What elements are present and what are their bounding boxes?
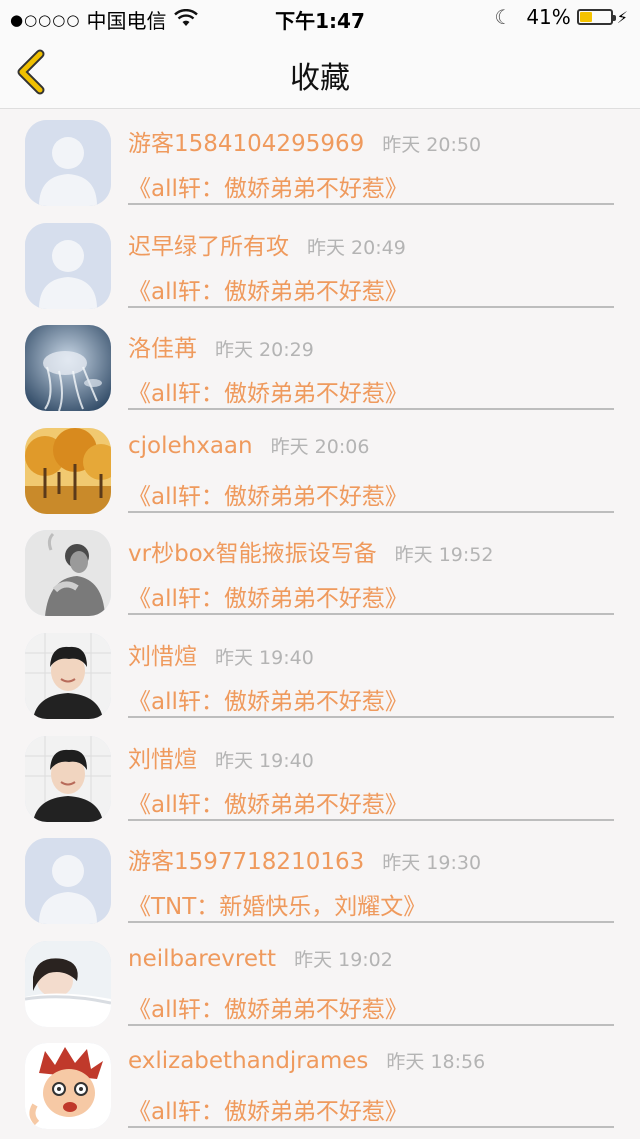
- avatar[interactable]: [25, 1043, 111, 1130]
- timestamp: 昨天 18:56: [386, 1051, 486, 1074]
- story-title[interactable]: 《all轩：傲娇弟弟不好惹》: [128, 374, 408, 408]
- page-title: 收藏: [290, 61, 350, 96]
- username[interactable]: 洛佳苒 昨天 20:29: [128, 329, 314, 363]
- story-title[interactable]: 《all轩：傲娇弟弟不好惹》: [128, 990, 408, 1024]
- list-item[interactable]: 洛佳苒 昨天 20:29 《all轩：傲娇弟弟不好惹》: [0, 315, 640, 418]
- username[interactable]: neilbarevrett 昨天 19:02: [128, 945, 393, 972]
- username-text: neilbarevrett: [128, 945, 277, 972]
- avatar[interactable]: [25, 735, 111, 822]
- timestamp: 昨天 20:06: [270, 435, 370, 458]
- timestamp: 昨天 19:40: [215, 749, 314, 772]
- list-item[interactable]: 刘惜煊 昨天 19:40 《all轩：傲娇弟弟不好惹》: [0, 623, 640, 726]
- story-title[interactable]: 《all轩：傲娇弟弟不好惹》: [128, 272, 408, 306]
- moon-icon: ☾: [494, 5, 513, 29]
- battery-icon: [576, 9, 616, 25]
- list-item[interactable]: 游客1597718210163 昨天 19:30 《TNT：新婚快乐，刘耀文》: [0, 828, 640, 931]
- username-text: vr杪box智能掖振设写备: [128, 541, 377, 568]
- favorites-list: 游客1584104295969 昨天 20:50 《all轩：傲娇弟弟不好惹》 迟早绿…: [0, 110, 640, 1136]
- username[interactable]: vr杪box智能掖振设写备 昨天 19:52: [128, 534, 493, 568]
- username-text: exlizabethandjrames: [128, 1048, 369, 1075]
- story-title[interactable]: 《all轩：傲娇弟弟不好惹》: [128, 579, 408, 613]
- avatar[interactable]: [25, 427, 111, 514]
- list-item[interactable]: 刘惜煊 昨天 19:40 《all轩：傲娇弟弟不好惹》: [0, 726, 640, 829]
- username[interactable]: exlizabethandjrames 昨天 18:56: [128, 1047, 485, 1074]
- timestamp: 昨天 19:40: [215, 646, 314, 669]
- avatar[interactable]: [25, 940, 111, 1027]
- divider: [128, 921, 614, 924]
- list-item[interactable]: neilbarevrett 昨天 19:02 《all轩：傲娇弟弟不好惹》: [0, 931, 640, 1034]
- timestamp: 昨天 19:02: [294, 948, 393, 971]
- avatar[interactable]: [25, 222, 111, 309]
- username[interactable]: 迟早绿了所有攻 昨天 20:49: [128, 227, 406, 261]
- timestamp: 昨天 20:50: [382, 134, 482, 156]
- list-item[interactable]: cjolehxaan 昨天 20:06 《all轩：傲娇弟弟不好惹》: [0, 418, 640, 521]
- list-item[interactable]: vr杪box智能掖振设写备 昨天 19:52 《all轩：傲娇弟弟不好惹》: [0, 520, 640, 623]
- timestamp: 昨天 20:49: [307, 236, 406, 259]
- avatar[interactable]: [25, 325, 111, 412]
- list-item[interactable]: exlizabethandjrames 昨天 18:56 《all轩：傲娇弟弟不好惹…: [0, 1033, 640, 1136]
- username-text: 洛佳苒: [128, 336, 197, 363]
- avatar[interactable]: [25, 838, 111, 925]
- timestamp: 昨天 19:52: [394, 544, 494, 567]
- avatar[interactable]: [25, 632, 111, 719]
- username[interactable]: 游客1597718210163 昨天 19:30: [128, 842, 481, 876]
- battery-percent: 41%: [526, 5, 571, 29]
- divider: [128, 715, 614, 718]
- story-title[interactable]: 《all轩：傲娇弟弟不好惹》: [128, 169, 408, 203]
- avatar[interactable]: [25, 120, 111, 206]
- divider: [128, 1126, 614, 1129]
- divider: [128, 1023, 614, 1026]
- story-title[interactable]: 《all轩：傲娇弟弟不好惹》: [128, 477, 408, 511]
- username-text: 刘惜煊: [128, 643, 197, 670]
- username[interactable]: 游客1584104295969 昨天 20:50: [128, 124, 481, 158]
- navigation-bar: 收藏: [0, 36, 640, 109]
- avatar[interactable]: [25, 530, 111, 617]
- username[interactable]: cjolehxaan 昨天 20:06: [128, 432, 369, 459]
- list-item[interactable]: 游客1584104295969 昨天 20:50 《all轩：傲娇弟弟不好惹》: [0, 110, 640, 213]
- username-text: 游客1584104295969: [128, 131, 365, 157]
- battery-fill: [579, 12, 593, 22]
- divider: [128, 818, 614, 821]
- list-item[interactable]: 迟早绿了所有攻 昨天 20:49 《all轩：傲娇弟弟不好惹》: [0, 213, 640, 316]
- story-title[interactable]: 《all轩：傲娇弟弟不好惹》: [128, 1092, 408, 1126]
- username[interactable]: 刘惜煊 昨天 19:40: [128, 637, 314, 671]
- divider: [128, 510, 614, 513]
- story-title[interactable]: 《all轩：傲娇弟弟不好惹》: [128, 785, 408, 819]
- username[interactable]: 刘惜煊 昨天 19:40: [128, 740, 314, 774]
- story-title[interactable]: 《TNT：新婚快乐，刘耀文》: [128, 887, 426, 921]
- timestamp: 昨天 19:30: [382, 852, 482, 875]
- charging-bolt-icon: ⚡︎: [616, 7, 628, 27]
- timestamp: 昨天 20:29: [215, 339, 314, 362]
- status-bar: ●○○○○ 中国电信 下午1:47 ☾ 41% ⚡︎: [0, 0, 640, 36]
- username-text: 迟早绿了所有攻: [128, 233, 289, 260]
- story-title[interactable]: 《all轩：傲娇弟弟不好惹》: [128, 682, 408, 716]
- divider: [128, 203, 614, 205]
- username-text: cjolehxaan: [128, 432, 253, 459]
- divider: [128, 613, 614, 616]
- divider: [128, 408, 614, 411]
- divider: [128, 305, 614, 308]
- username-text: 游客1597718210163: [128, 849, 365, 876]
- username-text: 刘惜煊: [128, 746, 197, 773]
